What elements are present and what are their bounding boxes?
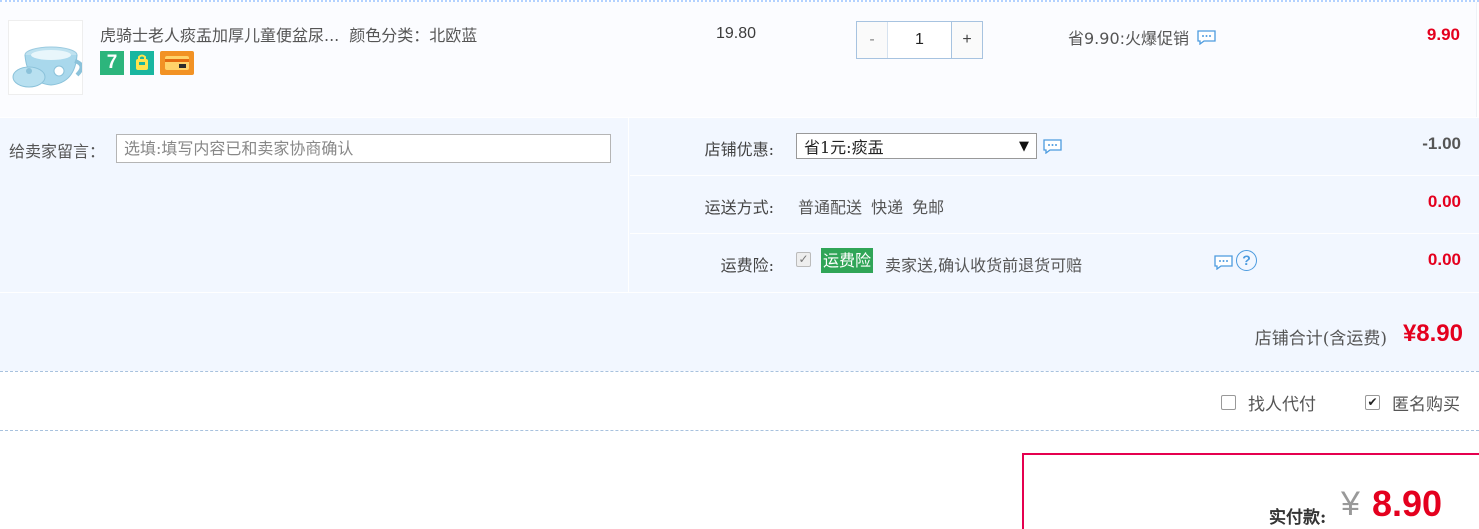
decrease-quantity-button[interactable]: - bbox=[857, 22, 888, 58]
final-payment-currency: ¥ bbox=[1341, 485, 1360, 523]
section-divider bbox=[0, 430, 1479, 431]
quantity-stepper: - + bbox=[856, 21, 983, 59]
shipping-amount: 0.00 bbox=[1427, 192, 1461, 211]
store-total-row: 店铺合计(含运费) ¥8.90 bbox=[0, 292, 1479, 371]
product-title-line: 虎骑士老人痰盂加厚儿童便盆尿... 颜色分类：北欧蓝 bbox=[100, 22, 477, 46]
section-divider bbox=[0, 371, 1479, 372]
shipping-method-label: 运送方式: bbox=[704, 198, 774, 217]
shipping-insurance-amount: 0.00 bbox=[1427, 250, 1461, 269]
help-icon[interactable]: ? bbox=[1236, 250, 1257, 271]
store-discount-selected: 省1元:痰盂 bbox=[804, 138, 884, 157]
unit-price: 19.80 bbox=[716, 25, 757, 42]
shipping-insurance-label: 运费险: bbox=[720, 256, 774, 275]
shopping-bag-icon[interactable] bbox=[130, 51, 154, 75]
message-icon[interactable] bbox=[1043, 139, 1062, 155]
seven-day-return-icon[interactable]: 7 bbox=[100, 51, 124, 75]
seller-memo-section: 给卖家留言： bbox=[0, 118, 629, 292]
shipping-insurance-tag: 运费险 bbox=[821, 248, 874, 273]
seller-memo-input[interactable] bbox=[116, 134, 611, 163]
dropdown-arrow-icon: ▼ bbox=[1019, 138, 1029, 154]
increase-quantity-button[interactable]: + bbox=[951, 22, 982, 58]
product-sku: 颜色分类：北欧蓝 bbox=[349, 26, 478, 45]
promo-text: 省9.90:火爆促销 bbox=[1068, 29, 1190, 48]
final-payment-label: 实付款: bbox=[1269, 508, 1327, 528]
anonymous-purchase-option[interactable]: ✔ 匿名购买 bbox=[1365, 390, 1460, 415]
order-options: 店铺优惠: 省1元:痰盂 ▼ -1.00 运送方式: 普通配送 快递 免邮 0.… bbox=[630, 118, 1479, 292]
anonymous-purchase-checkbox[interactable]: ✔ bbox=[1365, 395, 1380, 410]
item-subtotal: 9.90 bbox=[1426, 25, 1460, 44]
promo-info: 省9.90:火爆促销 bbox=[1068, 25, 1216, 49]
payment-options-row: 找人代付 ✔ 匿名购买 bbox=[0, 373, 1479, 430]
store-discount-amount: -1.00 bbox=[1422, 134, 1461, 153]
store-discount-label: 店铺优惠: bbox=[704, 140, 774, 159]
message-icon[interactable] bbox=[1197, 29, 1216, 45]
store-discount-select[interactable]: 省1元:痰盂 ▼ bbox=[796, 133, 1037, 159]
product-thumbnail[interactable] bbox=[8, 20, 83, 95]
final-payment-box: 实付款: ¥ 8.90 bbox=[1022, 453, 1479, 529]
find-payer-option[interactable]: 找人代付 bbox=[1221, 390, 1316, 415]
anonymous-purchase-label: 匿名购买 bbox=[1392, 395, 1460, 415]
store-total-label: 店铺合计(含运费) bbox=[1254, 329, 1387, 349]
service-badges: 7 bbox=[100, 51, 194, 75]
memo-label: 给卖家留言： bbox=[9, 142, 106, 161]
shipping-insurance-row: 运费险: ✓ 运费险 卖家送,确认收货前退货可赔 ? 0.00 bbox=[630, 234, 1479, 292]
product-title-link[interactable]: 虎骑士老人痰盂加厚儿童便盆尿... bbox=[100, 26, 339, 45]
shipping-method-value: 普通配送 快递 免邮 bbox=[798, 198, 945, 217]
shipping-insurance-desc: 卖家送,确认收货前退货可赔 bbox=[885, 256, 1083, 275]
shipping-insurance-checkbox[interactable]: ✓ bbox=[796, 252, 811, 267]
store-discount-row: 店铺优惠: 省1元:痰盂 ▼ -1.00 bbox=[630, 118, 1479, 176]
message-icon[interactable] bbox=[1214, 255, 1233, 271]
store-total-value: ¥8.90 bbox=[1402, 320, 1463, 347]
order-item-row: 虎骑士老人痰盂加厚儿童便盆尿... 颜色分类：北欧蓝 7 19.80 - + 省9… bbox=[0, 2, 1477, 117]
quantity-input[interactable] bbox=[888, 22, 951, 58]
shipping-method-row: 运送方式: 普通配送 快递 免邮 0.00 bbox=[630, 176, 1479, 234]
find-payer-checkbox[interactable] bbox=[1221, 395, 1236, 410]
final-payment-amount: 8.90 bbox=[1372, 483, 1443, 524]
credit-card-icon[interactable] bbox=[160, 51, 194, 75]
order-options-panel: 给卖家留言： 店铺优惠: 省1元:痰盂 ▼ -1.00 运送方式: 普通配送 快… bbox=[0, 118, 1479, 371]
find-payer-label: 找人代付 bbox=[1248, 395, 1316, 415]
